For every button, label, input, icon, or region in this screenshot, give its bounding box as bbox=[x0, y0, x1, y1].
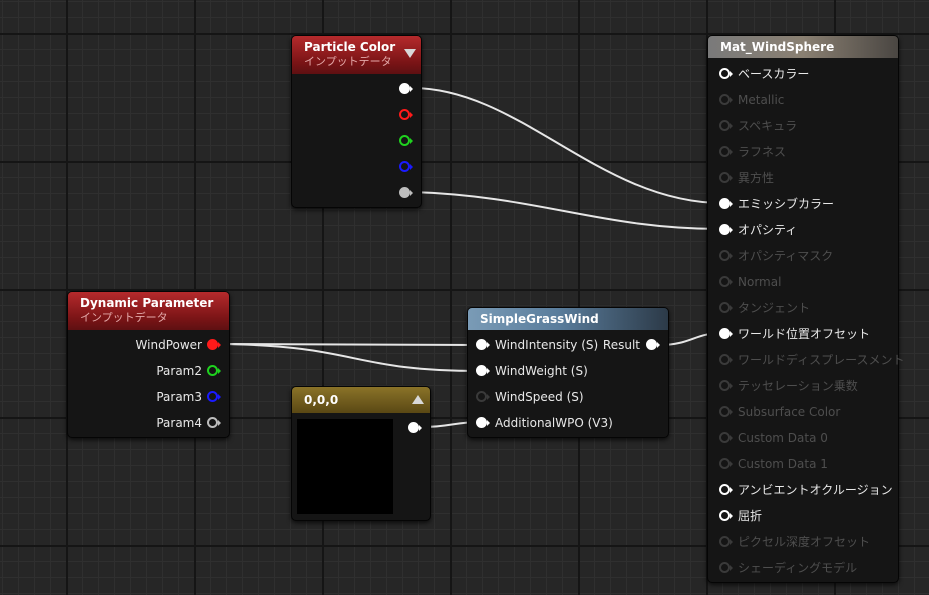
output-label-param4: Param4 bbox=[156, 416, 202, 430]
material-input-pin[interactable] bbox=[719, 354, 733, 366]
wire-windpower-to-windintensity bbox=[221, 343, 481, 346]
input-pin-additionalwpo[interactable] bbox=[476, 417, 490, 429]
material-input-pin[interactable] bbox=[719, 120, 733, 132]
collapse-arrow-icon[interactable] bbox=[404, 49, 416, 58]
constant-vector-header[interactable]: 0,0,0 bbox=[292, 387, 430, 413]
material-input-pin[interactable] bbox=[719, 276, 733, 288]
material-input-label: オパシティマスク bbox=[738, 249, 834, 263]
output-pin-param3[interactable] bbox=[207, 391, 221, 403]
material-input-pin[interactable] bbox=[719, 146, 733, 158]
material-input-label: テッセレーション乗数 bbox=[738, 379, 858, 393]
material-input-label: Custom Data 1 bbox=[738, 457, 828, 471]
output-pin-result[interactable] bbox=[646, 339, 660, 351]
output-pin-param4[interactable] bbox=[207, 417, 221, 429]
wire-particle-alpha-to-opacity bbox=[411, 191, 723, 230]
wire-particle-rgb-to-emissive bbox=[411, 87, 723, 204]
output-label-param3: Param3 bbox=[156, 390, 202, 404]
material-input-pin[interactable] bbox=[719, 302, 733, 314]
simple-grass-wind-header[interactable]: SimpleGrassWind bbox=[468, 308, 668, 330]
material-input-pin[interactable] bbox=[719, 484, 733, 496]
material-input-label: ワールド位置オフセット bbox=[738, 327, 871, 341]
material-input-label: ベースカラー bbox=[738, 67, 810, 81]
constant-vector-title: 0,0,0 bbox=[304, 393, 339, 407]
dynamic-parameter-header[interactable]: Dynamic Parameter インプットデータ bbox=[68, 292, 229, 330]
material-input-pin[interactable] bbox=[719, 432, 733, 444]
particle-color-title: Particle Color bbox=[304, 40, 396, 54]
output-label-windpower: WindPower bbox=[135, 338, 202, 352]
material-input-pin[interactable] bbox=[719, 250, 733, 262]
material-input-pin[interactable] bbox=[719, 406, 733, 418]
input-pin-windspeed[interactable] bbox=[476, 391, 490, 403]
output-pin-windpower[interactable] bbox=[207, 339, 221, 351]
output-label-result: Result bbox=[602, 338, 640, 352]
material-input-label: ワールドディスプレースメント bbox=[738, 353, 905, 367]
material-input-pin[interactable] bbox=[719, 380, 733, 392]
input-pin-windweight[interactable] bbox=[476, 365, 490, 377]
particle-color-output-rgb[interactable] bbox=[399, 83, 413, 95]
material-input-label: オパシティ bbox=[738, 223, 798, 237]
material-input-label: 異方性 bbox=[738, 171, 775, 185]
material-input-pin[interactable] bbox=[719, 458, 733, 470]
material-result-node[interactable]: Mat_WindSphere ベースカラー Metallic スペキュララフネス異方… bbox=[707, 35, 905, 583]
collapse-arrow-icon[interactable] bbox=[412, 395, 424, 404]
material-title: Mat_WindSphere bbox=[720, 40, 835, 54]
material-input-label: Custom Data 0 bbox=[738, 431, 828, 445]
material-input-label: タンジェント bbox=[738, 301, 811, 315]
material-input-pin[interactable] bbox=[719, 94, 733, 106]
dynamic-parameter-title: Dynamic Parameter bbox=[80, 296, 214, 310]
material-input-label: Metallic bbox=[738, 93, 785, 107]
material-input-pin[interactable] bbox=[719, 224, 733, 236]
input-label-windspeed: WindSpeed (S) bbox=[495, 390, 584, 404]
dynamic-parameter-node[interactable]: Dynamic Parameter インプットデータ WindPower Par… bbox=[67, 291, 230, 438]
material-graph-canvas[interactable]: Particle Color インプットデータ Dynamic Paramete… bbox=[0, 0, 929, 595]
constant-vector-output[interactable] bbox=[408, 422, 422, 434]
material-input-label: Normal bbox=[738, 275, 782, 289]
wire-windpower-to-windweight bbox=[221, 343, 481, 372]
material-input-label: 屈折 bbox=[738, 509, 763, 523]
material-input-pin[interactable] bbox=[719, 198, 733, 210]
material-input-pin[interactable] bbox=[719, 68, 733, 80]
simple-grass-wind-node[interactable]: SimpleGrassWind WindIntensity (S) WindWe… bbox=[467, 307, 669, 438]
material-input-label: ピクセル深度オフセット bbox=[738, 535, 871, 549]
input-label-additionalwpo: AdditionalWPO (V3) bbox=[495, 416, 613, 430]
material-input-label: エミッシブカラー bbox=[738, 197, 835, 211]
dynamic-parameter-subtitle: インプットデータ bbox=[80, 311, 168, 324]
material-result-header[interactable]: Mat_WindSphere bbox=[708, 36, 898, 58]
particle-color-node[interactable]: Particle Color インプットデータ bbox=[291, 35, 422, 208]
material-input-label: スペキュラ bbox=[738, 119, 798, 133]
material-input-label: シェーディングモデル bbox=[738, 561, 858, 575]
particle-color-output-a[interactable] bbox=[399, 187, 413, 199]
color-preview-swatch bbox=[297, 419, 393, 514]
material-input-label: ラフネス bbox=[738, 145, 787, 159]
particle-color-header[interactable]: Particle Color インプットデータ bbox=[292, 36, 421, 74]
constant-vector-node[interactable]: 0,0,0 bbox=[291, 386, 431, 521]
material-input-pin[interactable] bbox=[719, 172, 733, 184]
material-input-pin[interactable] bbox=[719, 510, 733, 522]
output-label-param2: Param2 bbox=[156, 364, 202, 378]
input-pin-windintensity[interactable] bbox=[476, 339, 490, 351]
material-input-label: アンビエントオクルージョン bbox=[738, 483, 893, 497]
particle-color-output-b[interactable] bbox=[399, 161, 413, 173]
material-input-pin[interactable] bbox=[719, 536, 733, 548]
particle-color-output-r[interactable] bbox=[399, 109, 413, 121]
output-pin-param2[interactable] bbox=[207, 365, 221, 377]
particle-color-output-g[interactable] bbox=[399, 135, 413, 147]
input-label-windintensity: WindIntensity (S) bbox=[495, 338, 599, 352]
material-input-pin[interactable] bbox=[719, 328, 733, 340]
particle-color-subtitle: インプットデータ bbox=[304, 55, 392, 68]
simple-grass-wind-title: SimpleGrassWind bbox=[480, 312, 599, 326]
material-input-label: Subsurface Color bbox=[738, 405, 841, 419]
material-input-pin[interactable] bbox=[719, 562, 733, 574]
input-label-windweight: WindWeight (S) bbox=[495, 364, 588, 378]
